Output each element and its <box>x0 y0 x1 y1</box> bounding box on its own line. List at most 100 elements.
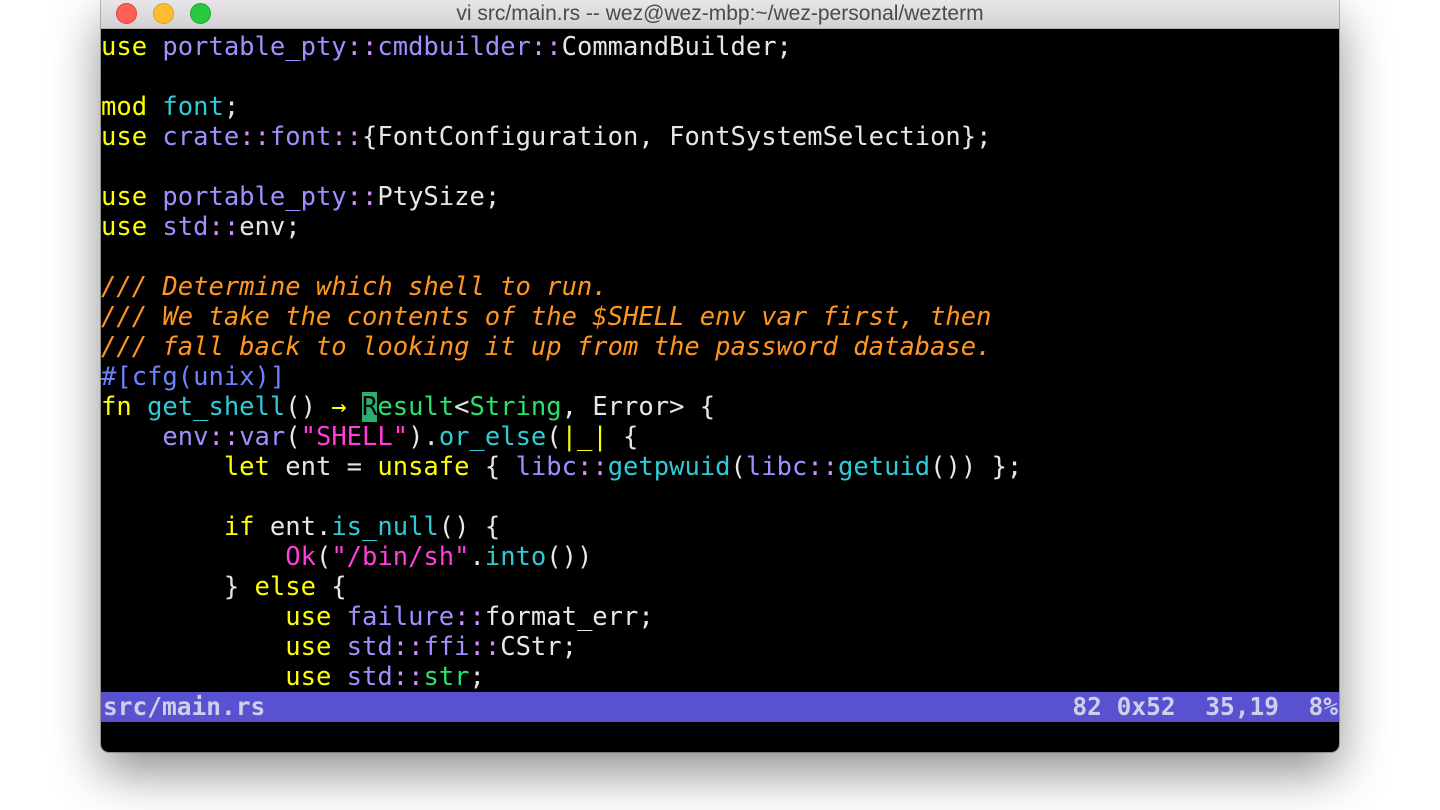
code-token-text: . <box>469 542 485 572</box>
code-line[interactable] <box>101 482 1339 512</box>
text-cursor: R <box>362 392 378 422</box>
code-token-comment: /// Determine which shell to run. <box>101 272 608 302</box>
code-line[interactable] <box>101 152 1339 182</box>
code-token-keyword: |_| <box>561 422 608 452</box>
code-token-path: ffi <box>423 632 470 662</box>
code-token-constant: Ok <box>285 542 316 572</box>
vim-editor-buffer[interactable]: use portable_pty::cmdbuilder::CommandBui… <box>101 32 1339 692</box>
code-token-keyword: use <box>285 602 347 632</box>
code-token-string: "SHELL" <box>300 422 409 452</box>
code-line[interactable] <box>101 62 1339 92</box>
code-token-text: ent. <box>269 512 332 542</box>
code-token-separator: :: <box>530 32 562 62</box>
code-token-keyword: if <box>223 512 270 542</box>
code-token-module: font <box>162 92 224 122</box>
code-token-text: PtySize; <box>377 182 501 212</box>
code-line[interactable]: let ent = unsafe { libc::getpwuid(libc::… <box>101 452 1339 482</box>
code-token-function: getuid <box>838 452 931 482</box>
code-token-separator: :: <box>239 122 270 152</box>
code-token-path: std <box>346 632 393 662</box>
code-token-text: {FontConfiguration, FontSystemSelection}… <box>362 122 992 152</box>
code-line[interactable]: Ok("/bin/sh".into()) <box>101 542 1339 572</box>
code-token-separator: :: <box>208 422 240 452</box>
code-token-text: { <box>607 422 639 452</box>
code-token-text: < <box>454 392 470 422</box>
code-line[interactable]: fn get_shell() → Result<String, Error> { <box>101 392 1339 422</box>
code-token-path: cmdbuilder <box>377 32 531 62</box>
vim-command-line[interactable] <box>101 722 1339 752</box>
code-token-keyword: → <box>331 392 363 422</box>
code-token-text: ( <box>730 452 746 482</box>
code-token-comment: /// fall back to looking it up from the … <box>101 332 992 362</box>
code-token-path: crate <box>162 122 240 152</box>
code-token-text: ( <box>546 422 562 452</box>
code-token-separator: :: <box>469 632 501 662</box>
code-token-separator: :: <box>576 452 608 482</box>
code-token-type: esult <box>377 392 455 422</box>
code-token-keyword: else <box>254 572 316 602</box>
code-line[interactable]: use portable_pty::cmdbuilder::CommandBui… <box>101 32 1339 62</box>
code-token-path: portable_pty <box>162 32 347 62</box>
code-line[interactable]: /// We take the contents of the $SHELL e… <box>101 302 1339 332</box>
code-line[interactable]: /// Determine which shell to run. <box>101 272 1339 302</box>
code-token-separator: :: <box>208 212 240 242</box>
title-bar[interactable]: vi src/main.rs -- wez@wez-mbp:~/wez-pers… <box>101 0 1339 29</box>
code-token-path: failure <box>346 602 455 632</box>
code-token-text: { <box>315 572 347 602</box>
code-token-text: () <box>285 392 332 422</box>
code-token-path: libc <box>515 452 577 482</box>
code-token-separator: :: <box>392 662 424 692</box>
code-line[interactable]: use std::str; <box>101 662 1339 692</box>
code-line[interactable]: use std::ffi::CStr; <box>101 632 1339 662</box>
vim-status-line: src/main.rs 82 0x52 35,19 8% <box>101 692 1339 722</box>
code-line[interactable] <box>101 242 1339 272</box>
code-token-keyword: unsafe <box>377 452 470 482</box>
code-token-text: , Error> { <box>561 392 716 422</box>
terminal-window: vi src/main.rs -- wez@wez-mbp:~/wez-pers… <box>101 0 1339 752</box>
code-line[interactable]: /// fall back to looking it up from the … <box>101 332 1339 362</box>
code-token-function: into <box>484 542 547 572</box>
code-line[interactable]: #[cfg(unix)] <box>101 362 1339 392</box>
code-token-keyword: use <box>101 182 163 212</box>
code-token-path: env <box>162 422 209 452</box>
code-token-function: getpwuid <box>607 452 731 482</box>
code-token-keyword: use <box>101 212 163 242</box>
code-token-path: libc <box>745 452 808 482</box>
status-filename: src/main.rs <box>103 692 266 721</box>
code-line[interactable]: use failure::format_err; <box>101 602 1339 632</box>
code-line[interactable]: if ent.is_null() { <box>101 512 1339 542</box>
code-token-text: ()) }; <box>930 452 1023 482</box>
code-token-text: () { <box>438 512 501 542</box>
code-line[interactable]: use crate::font::{FontConfiguration, Fon… <box>101 122 1339 152</box>
code-token-text: ent = <box>285 452 378 482</box>
code-token-path: std <box>162 212 209 242</box>
code-token-keyword: use <box>285 662 347 692</box>
status-info: 82 0x52 35,19 8% <box>1072 692 1338 722</box>
code-token-keyword: let <box>223 452 286 482</box>
code-token-path: var <box>239 422 286 452</box>
code-token-text: ; <box>223 92 240 122</box>
code-token-comment: /// We take the contents of the $SHELL e… <box>101 302 992 332</box>
code-token-separator: :: <box>346 182 378 212</box>
status-cursor-position: 35,19 <box>1205 692 1279 721</box>
code-token-type: String <box>469 392 562 422</box>
code-token-text: ; <box>469 662 485 692</box>
code-line[interactable]: } else { <box>101 572 1339 602</box>
code-token-keyword: use <box>285 632 347 662</box>
code-token-string: "/bin/sh" <box>331 542 470 572</box>
code-line[interactable]: mod font; <box>101 92 1339 122</box>
code-line[interactable]: env::var("SHELL").or_else(|_| { <box>101 422 1339 452</box>
window-title: vi src/main.rs -- wez@wez-mbp:~/wez-pers… <box>456 2 984 25</box>
code-token-keyword: use <box>101 32 163 62</box>
status-scroll-percent: 8% <box>1308 692 1338 721</box>
code-token-keyword: mod <box>101 92 163 122</box>
code-token-keyword: use <box>101 122 163 152</box>
code-line[interactable]: use portable_pty::PtySize; <box>101 182 1339 212</box>
code-line[interactable]: use std::env; <box>101 212 1339 242</box>
